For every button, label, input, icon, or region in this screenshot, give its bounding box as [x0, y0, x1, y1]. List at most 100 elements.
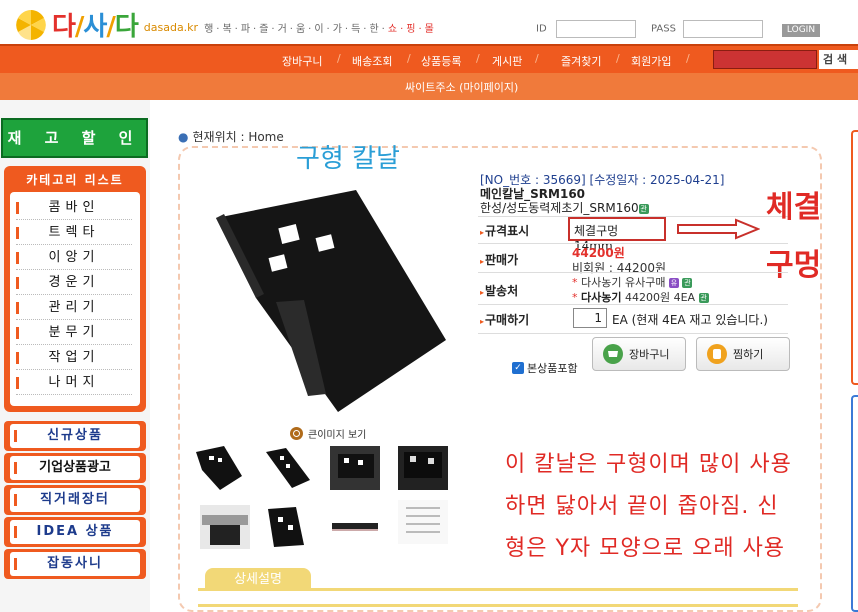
new-products-label: 신규상품: [10, 424, 140, 448]
pinwheel-logo-icon: [16, 9, 46, 40]
note-line-3: 형은 Y자 모양으로 오래 사용: [505, 536, 786, 561]
product-maker: 한성/성도동력제초기_SRM160 관: [480, 201, 649, 215]
callout-line-2: 구멍: [766, 248, 822, 283]
category-rice-transplanter[interactable]: 이앙기: [16, 246, 132, 270]
manage-badge[interactable]: 관: [682, 278, 693, 288]
thumbnail-image[interactable]: [330, 446, 380, 490]
password-input[interactable]: [683, 20, 764, 38]
breadcrumb-text: 현재위치 : Home: [192, 130, 284, 144]
include-checkbox[interactable]: ✓ 본상품포함: [512, 360, 578, 376]
checkbox-checked-icon: ✓: [512, 362, 524, 374]
misc-button[interactable]: 잡동사니: [4, 549, 146, 579]
cart-button-label: 장바구니: [629, 348, 670, 361]
category-combine[interactable]: 콤바인: [16, 196, 132, 220]
star-icon: *: [572, 291, 581, 304]
id-input[interactable]: [555, 20, 636, 38]
row-divider: [478, 243, 788, 244]
category-box: 카테고리 리스트 콤바인 트렉타 이앙기 경운기 관리기 분무기 작업기 나머지: [4, 166, 146, 412]
idea-products-button[interactable]: IDEA 상품: [4, 517, 146, 547]
thumbnail-image[interactable]: [262, 505, 312, 549]
category-tiller[interactable]: 관리기: [16, 296, 132, 320]
search-button[interactable]: 검 색: [819, 50, 858, 69]
id-label: ID: [536, 23, 547, 35]
thumbnail-image[interactable]: [330, 505, 380, 549]
price-label: 판매가: [480, 251, 518, 268]
thumbnail-image[interactable]: [398, 446, 448, 490]
login-button[interactable]: LOGIN: [782, 24, 820, 37]
thumbnail-image[interactable]: [194, 446, 244, 490]
nav-separator: /: [535, 52, 539, 65]
wish-button-label: 찜하기: [733, 348, 764, 361]
id-login: ID: [536, 20, 636, 38]
category-title: 카테고리 리스트: [26, 173, 124, 187]
thumbnail-image[interactable]: [200, 505, 250, 549]
right-panel-edge-2: [851, 395, 858, 612]
pass-login: PASS: [651, 20, 764, 38]
category-tractor[interactable]: 트렉타: [16, 221, 132, 245]
logo-wordmark: 다/사/다: [52, 12, 139, 42]
sub-nav: 싸이트주소 (마이페이지): [0, 73, 858, 100]
breadcrumb: ● 현재위치 : Home: [178, 128, 284, 145]
nav-board[interactable]: 게시판: [492, 53, 522, 69]
manage-badge[interactable]: 관: [698, 293, 709, 303]
add-to-cart-button[interactable]: 장바구니: [592, 337, 686, 371]
similar-badge[interactable]: 유: [668, 278, 679, 288]
left-sidebar: 재 고 할 인 카테고리 리스트 콤바인 트렉타 이앙기 경운기 관리기 분무기…: [0, 100, 150, 612]
zoom-label: 큰이미지 보기: [308, 430, 367, 441]
logo-domain: dasada.kr: [143, 21, 199, 34]
nav-separator: /: [616, 52, 620, 65]
magnifier-icon: [290, 427, 303, 440]
category-sprayer[interactable]: 분무기: [16, 321, 132, 345]
thumbnail-image[interactable]: [262, 446, 312, 490]
maker-badge[interactable]: 관: [638, 203, 649, 214]
nav-separator: /: [476, 52, 480, 65]
row-divider: [478, 304, 788, 305]
right-panel-edge: [851, 130, 858, 385]
site-address-link[interactable]: 싸이트주소 (마이페이지): [405, 79, 518, 95]
zoom-link[interactable]: 큰이미지 보기: [290, 426, 366, 441]
nav-separator: /: [686, 52, 690, 65]
thumbnail-image[interactable]: [398, 500, 448, 544]
main-nav: 장바구니 / 배송조회 / 상품등록 / 게시판 / 즐겨찾기 / 회원가입 /…: [0, 44, 858, 73]
arrow-right-icon: [677, 218, 760, 240]
tab-detail-description[interactable]: 상세설명: [205, 568, 311, 590]
product-info: [NO_번호 : 35669] [수정일자 : 2025-04-21] 메인칼날…: [480, 173, 724, 215]
nav-delivery[interactable]: 배송조회: [352, 53, 392, 69]
star-icon: *: [572, 276, 581, 289]
category-implement[interactable]: 작업기: [16, 346, 132, 370]
note-line-1: 이 칼날은 구형이며 많이 사용: [505, 452, 792, 477]
row-divider: [478, 333, 788, 334]
nav-cart[interactable]: 장바구니: [282, 53, 322, 69]
misc-label: 잡동사니: [10, 552, 140, 576]
stock-discount-button[interactable]: 재 고 할 인: [1, 118, 148, 158]
direct-market-button[interactable]: 직거래장터: [4, 485, 146, 515]
nav-register-product[interactable]: 상품등록: [421, 53, 461, 69]
detail-divider: [198, 604, 798, 607]
detail-divider: [198, 588, 798, 591]
idea-products-label: IDEA 상품: [10, 520, 140, 544]
product-number: [NO_번호 : 35669] [수정일자 : 2025-04-21]: [480, 173, 725, 187]
buy-label: 구매하기: [480, 311, 529, 328]
callout-line-1: 체결: [766, 190, 822, 225]
quantity-input[interactable]: 1: [573, 308, 607, 328]
site-logo[interactable]: 다/사/다 dasada.kr 행·복·파·즐·거·움·이·가·득·한·쇼·핑·…: [14, 6, 437, 43]
seller-name[interactable]: 다사농기: [581, 291, 621, 304]
cart-icon: [603, 344, 623, 364]
search-input[interactable]: [713, 50, 817, 69]
nav-separator: /: [337, 52, 341, 65]
wishlist-button[interactable]: 찜하기: [696, 337, 790, 371]
include-label: 본상품포함: [527, 362, 578, 375]
nav-favorites[interactable]: 즐겨찾기: [561, 53, 601, 69]
note-line-2: 하면 닳아서 끝이 좁아짐. 신: [505, 494, 779, 519]
spec-value: 체결구멍 14mm: [568, 217, 666, 253]
nav-signup[interactable]: 회원가입: [631, 53, 671, 69]
spec-label: 규격표시: [480, 222, 529, 239]
hand-icon: [707, 344, 727, 364]
new-products-button[interactable]: 신규상품: [4, 421, 146, 451]
category-others[interactable]: 나머지: [16, 371, 132, 395]
company-ad-button[interactable]: 기업상품광고: [4, 453, 146, 483]
product-main-image[interactable]: [216, 190, 448, 412]
ship-line-2: * 다사농기 44200원 4EA 관: [572, 291, 709, 304]
category-cultivator[interactable]: 경운기: [16, 271, 132, 295]
pass-label: PASS: [651, 23, 676, 35]
